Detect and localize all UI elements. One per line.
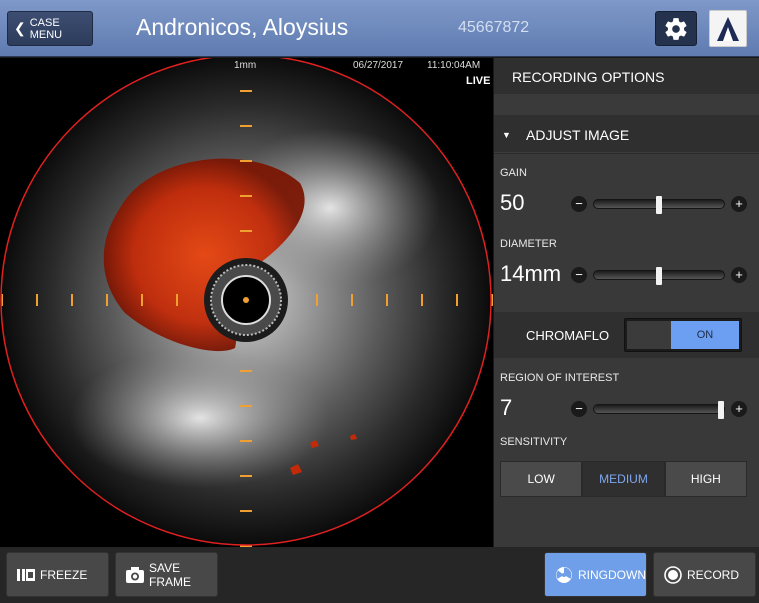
roi-decrease-button[interactable]: −: [571, 401, 587, 417]
settings-button[interactable]: [655, 11, 697, 46]
vertical-scale-tick: [240, 230, 252, 232]
horizontal-scale-tick: [71, 294, 73, 306]
save-frame-label: SAVE FRAME: [149, 560, 191, 589]
ivus-app: ❮ CASE MENU Andronicos, Aloysius 4566787…: [0, 0, 759, 603]
chevron-left-icon: ❮: [14, 20, 26, 36]
echo-bright-region-lower: [70, 348, 330, 488]
gain-slider-track[interactable]: [593, 196, 725, 214]
ringdown-label: RINGDOWN: [578, 567, 646, 582]
diameter-slider[interactable]: − +: [571, 267, 747, 285]
diameter-label: DIAMETER: [500, 238, 557, 250]
freeze-button[interactable]: FREEZE: [6, 552, 109, 597]
horizontal-scale-tick: [106, 294, 108, 306]
vertical-scale-tick: [240, 475, 252, 477]
catheter-center: [243, 297, 249, 303]
horizontal-scale-tick: [316, 294, 318, 306]
vertical-scale-tick: [240, 160, 252, 162]
header-bar: ❮ CASE MENU Andronicos, Aloysius 4566787…: [0, 0, 759, 57]
roi-value: 7: [500, 395, 513, 420]
vertical-scale-tick: [240, 90, 252, 92]
horizontal-scale-tick: [421, 294, 423, 306]
chromaflo-row: CHROMAFLO ON: [494, 312, 759, 358]
vertical-scale-tick: [240, 510, 252, 512]
gain-label: GAIN: [500, 167, 527, 179]
diameter-slider-thumb[interactable]: [656, 267, 662, 285]
brand-logo[interactable]: [709, 10, 747, 47]
footer-toolbar: FREEZE SAVE FRAME RINGDOWN RECORD: [0, 547, 759, 603]
roi-label: REGION OF INTEREST: [500, 372, 620, 384]
horizontal-scale-tick: [141, 294, 143, 306]
pause-frame-icon: [17, 568, 35, 582]
ivus-image-viewer[interactable]: 1mm 06/27/2017 11:10:04AM LIVE: [0, 58, 493, 547]
diameter-increase-button[interactable]: +: [731, 267, 747, 283]
sensitivity-label: SENSITIVITY: [500, 436, 568, 448]
recording-options-label: RECORDING OPTIONS: [512, 69, 665, 85]
diameter-decrease-button[interactable]: −: [571, 267, 587, 283]
gear-icon: [665, 17, 687, 40]
ringdown-button[interactable]: RINGDOWN: [544, 552, 647, 597]
save-frame-button[interactable]: SAVE FRAME: [115, 552, 218, 597]
panel-divider: [494, 95, 759, 115]
sensitivity-low-button[interactable]: LOW: [500, 461, 583, 497]
freeze-label: FREEZE: [40, 567, 88, 582]
diameter-value: 14mm: [500, 261, 562, 286]
patient-id: 45667872: [458, 19, 530, 36]
vertical-scale-tick: [240, 125, 252, 127]
roi-increase-button[interactable]: +: [731, 401, 747, 417]
triangle-down-icon: ▼: [502, 130, 511, 140]
horizontal-scale-tick: [386, 294, 388, 306]
gain-slider-thumb[interactable]: [656, 196, 662, 214]
horizontal-scale-tick: [351, 294, 353, 306]
patient-name: Andronicos, Aloysius: [136, 14, 349, 40]
roi-slider-track[interactable]: [593, 401, 725, 419]
gain-slider[interactable]: − +: [571, 196, 747, 214]
date-label: 06/27/2017: [353, 60, 404, 71]
record-button[interactable]: RECORD: [653, 552, 756, 597]
diameter-slider-track[interactable]: [593, 267, 725, 285]
gain-increase-button[interactable]: +: [731, 196, 747, 212]
gain-decrease-button[interactable]: −: [571, 196, 587, 212]
roi-slider[interactable]: − +: [571, 401, 747, 419]
sensitivity-high-button[interactable]: HIGH: [664, 461, 747, 497]
camera-icon: [126, 566, 144, 583]
case-menu-button[interactable]: ❮ CASE MENU: [7, 11, 93, 46]
vertical-scale-tick: [240, 440, 252, 442]
horizontal-scale-tick: [36, 294, 38, 306]
chromaflo-toggle-on[interactable]: ON: [671, 321, 739, 349]
chromaflo-toggle[interactable]: ON: [624, 318, 742, 352]
sensitivity-medium-button[interactable]: MEDIUM: [582, 461, 665, 497]
sensitivity-selector[interactable]: LOW MEDIUM HIGH: [500, 461, 747, 497]
case-menu-label: CASE MENU: [29, 16, 63, 41]
brand-logo-icon: [717, 16, 739, 41]
roi-slider-thumb[interactable]: [718, 401, 724, 419]
vertical-scale-tick: [240, 195, 252, 197]
ringdown-icon: [555, 566, 573, 584]
chromaflo-label: CHROMAFLO: [526, 328, 610, 343]
vertical-scale-tick: [240, 370, 252, 372]
adjust-image-header[interactable]: ▼ ADJUST IMAGE: [494, 115, 759, 153]
gain-value: 50: [500, 190, 525, 215]
roi-sensitivity-section: REGION OF INTEREST 7 − + SENSITIVITY: [494, 358, 759, 547]
ivus-cross-section[interactable]: [0, 58, 493, 547]
vertical-scale-tick: [240, 405, 252, 407]
recording-options-header[interactable]: RECORDING OPTIONS: [494, 58, 759, 95]
control-panel: RECORDING OPTIONS ▼ ADJUST IMAGE GAIN 50…: [494, 58, 759, 547]
scale-label: 1mm: [234, 60, 257, 71]
time-label: 11:10:04AM: [427, 60, 481, 71]
chromaflo-toggle-off[interactable]: [627, 321, 671, 349]
gain-diameter-section: GAIN 50 − + DIAMETER 14mm − +: [494, 154, 759, 312]
horizontal-scale-tick: [456, 294, 458, 306]
live-indicator: LIVE: [466, 75, 491, 87]
record-label: RECORD: [687, 567, 740, 582]
horizontal-scale-tick: [176, 294, 178, 306]
adjust-image-label: ADJUST IMAGE: [526, 127, 630, 143]
record-icon: [664, 565, 682, 584]
